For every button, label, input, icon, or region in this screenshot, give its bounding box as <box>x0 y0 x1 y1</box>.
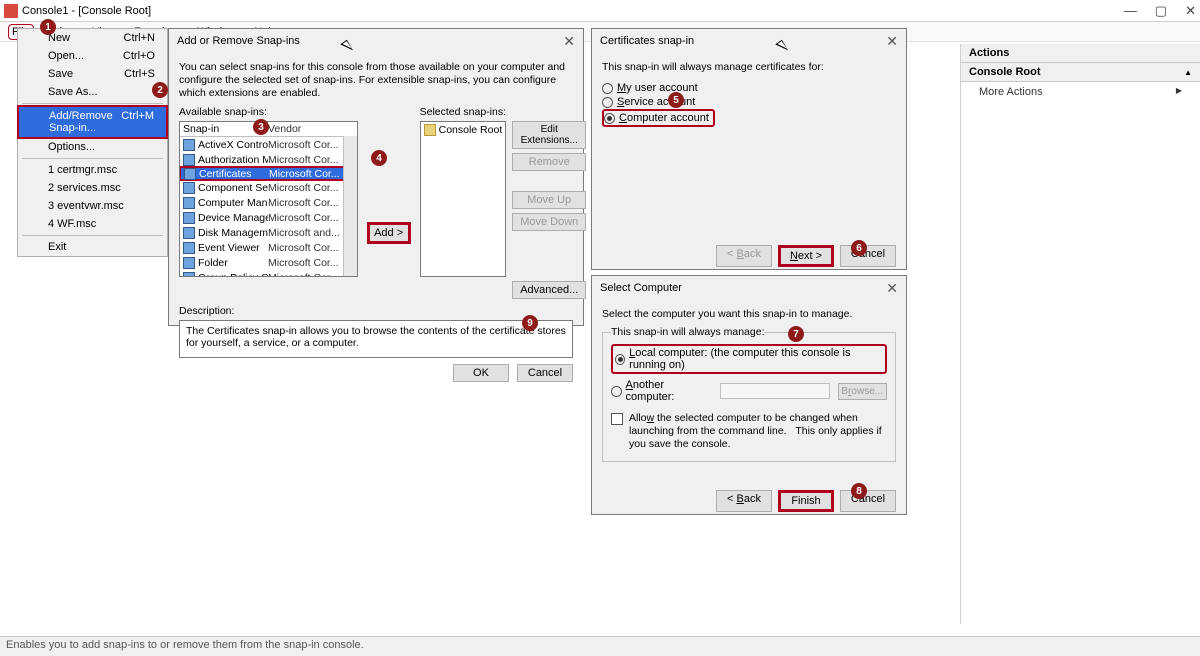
file-menu: NewCtrl+N Open...Ctrl+O SaveCtrl+S Save … <box>17 28 168 257</box>
radio-service[interactable]: Service account <box>602 95 896 109</box>
radio-my-user[interactable]: My user account <box>602 81 896 95</box>
remove-button[interactable]: Remove <box>512 153 586 171</box>
step-badge-9: 9 <box>522 315 538 331</box>
chevron-right-icon: ▶ <box>1176 86 1182 98</box>
step-badge-6: 6 <box>851 240 867 256</box>
cancel-button[interactable]: Cancel <box>517 364 573 382</box>
step-badge-2: 2 <box>152 82 168 98</box>
snapin-row[interactable]: Disk ManagementMicrosoft and... <box>180 225 357 240</box>
browse-button[interactable]: Browse... <box>838 383 887 400</box>
title-bar: Console1 - [Console Root] — ▢ ✕ <box>0 0 1200 22</box>
step-badge-3: 3 <box>253 119 269 135</box>
close-icon[interactable]: ✕ <box>563 33 575 50</box>
move-up-button[interactable]: Move Up <box>512 191 586 209</box>
snapin-icon <box>183 272 195 278</box>
snapin-row[interactable]: CertificatesMicrosoft Cor... <box>179 166 345 181</box>
another-computer-input[interactable] <box>720 383 830 399</box>
actions-header: Actions <box>961 44 1200 63</box>
chevron-up-icon[interactable]: ▲ <box>1184 68 1192 77</box>
recent-3[interactable]: 3 eventvwr.msc <box>18 197 167 215</box>
dialog-title: Select Computer <box>600 282 682 294</box>
actions-root: Console Root▲ <box>961 63 1200 82</box>
snapin-icon <box>183 257 195 269</box>
folder-icon <box>424 124 436 136</box>
file-options[interactable]: Options... <box>18 138 167 156</box>
snapin-icon <box>183 139 195 151</box>
snapin-icon <box>183 212 195 224</box>
advanced-button[interactable]: Advanced... <box>512 281 586 299</box>
snapin-icon <box>184 168 196 180</box>
snapin-row[interactable]: Computer Managem...Microsoft Cor... <box>180 195 357 210</box>
recent-1[interactable]: 1 certmgr.msc <box>18 161 167 179</box>
close-button[interactable]: ✕ <box>1185 3 1196 19</box>
selected-label: Selected snap-ins: <box>420 106 587 118</box>
status-bar: Enables you to add snap-ins to or remove… <box>0 636 1200 656</box>
step-badge-4: 4 <box>371 150 387 166</box>
step-badge-5: 5 <box>668 92 684 108</box>
intro-text: Select the computer you want this snap-i… <box>602 308 896 320</box>
file-new[interactable]: NewCtrl+N <box>18 29 167 47</box>
available-label: Available snap-ins: <box>179 106 358 118</box>
file-exit[interactable]: Exit <box>18 238 167 256</box>
recent-2[interactable]: 2 services.msc <box>18 179 167 197</box>
recent-4[interactable]: 4 WF.msc <box>18 215 167 233</box>
window-title: Console1 - [Console Root] <box>22 5 1124 17</box>
back-button[interactable]: < Back <box>716 245 772 267</box>
snapin-row[interactable]: Authorization Manag...Microsoft Cor... <box>180 152 357 167</box>
dialog-title: Certificates snap-in <box>600 35 694 47</box>
add-button[interactable]: Add > <box>367 222 411 244</box>
snapin-icon <box>183 197 195 209</box>
edit-extensions-button[interactable]: Edit Extensions... <box>512 121 586 149</box>
radio-another-computer[interactable]: Another computer: Browse... <box>611 378 887 404</box>
cancel-button[interactable]: Cancel <box>840 245 896 267</box>
snapin-row[interactable]: Event ViewerMicrosoft Cor... <box>180 240 357 255</box>
close-icon[interactable]: ✕ <box>886 33 898 50</box>
back-button[interactable]: < Back <box>716 490 772 512</box>
cancel-button[interactable]: Cancel <box>840 490 896 512</box>
step-badge-7: 7 <box>788 326 804 342</box>
selected-snapins-list[interactable]: Console Root <box>420 121 507 277</box>
certificates-snapin-dialog: Certificates snap-in ✕ This snap-in will … <box>591 28 907 270</box>
next-button[interactable]: Next > <box>778 245 834 267</box>
snapin-row[interactable]: ActiveX ControlMicrosoft Cor... <box>180 137 357 152</box>
move-down-button[interactable]: Move Down <box>512 213 586 231</box>
snapin-icon <box>183 154 195 166</box>
dialog-title: Add or Remove Snap-ins <box>177 35 300 47</box>
radio-computer[interactable]: Computer account <box>604 111 709 125</box>
select-computer-dialog: Select Computer ✕ Select the computer you… <box>591 275 907 515</box>
file-add-remove-snapin[interactable]: Add/Remove Snap-in...Ctrl+M <box>17 105 168 139</box>
snapin-row[interactable]: Group Policy Object ...Microsoft Cor... <box>180 270 357 277</box>
file-save-as[interactable]: Save As... <box>18 83 167 101</box>
ok-button[interactable]: OK <box>453 364 509 382</box>
file-open[interactable]: Open...Ctrl+O <box>18 47 167 65</box>
more-actions[interactable]: More Actions▶ <box>961 82 1200 102</box>
available-snapins-list[interactable]: Snap-inVendor ActiveX ControlMicrosoft C… <box>179 121 358 277</box>
finish-button[interactable]: Finish <box>778 490 834 512</box>
snapin-icon <box>183 182 195 194</box>
file-save[interactable]: SaveCtrl+S <box>18 65 167 83</box>
close-icon[interactable]: ✕ <box>886 280 898 297</box>
radio-local-computer[interactable]: Local computer: (the computer this conso… <box>615 346 883 372</box>
description-text: The Certificates snap-in allows you to b… <box>179 320 573 358</box>
snapin-row[interactable]: Component ServicesMicrosoft Cor... <box>180 180 357 195</box>
step-badge-8: 8 <box>851 483 867 499</box>
scrollbar[interactable] <box>343 136 357 276</box>
minimize-button[interactable]: — <box>1124 3 1137 19</box>
snapin-icon <box>183 242 195 254</box>
step-badge-1: 1 <box>40 19 56 35</box>
mmc-icon <box>4 4 18 18</box>
group-label: This snap-in will always manage: <box>611 326 764 338</box>
restore-button[interactable]: ▢ <box>1155 3 1167 19</box>
add-remove-snapins-dialog: Add or Remove Snap-ins ✕ You can select s… <box>168 28 584 326</box>
snapin-icon <box>183 227 195 239</box>
intro-text: You can select snap-ins for this console… <box>179 61 573 100</box>
allow-change-checkbox[interactable]: Allow the selected computer to be change… <box>611 412 887 451</box>
snapin-row[interactable]: FolderMicrosoft Cor... <box>180 255 357 270</box>
description-label: Description: <box>179 305 573 317</box>
snapin-row[interactable]: Device ManagerMicrosoft Cor... <box>180 210 357 225</box>
intro-text: This snap-in will always manage certific… <box>602 61 896 73</box>
actions-pane: Actions Console Root▲ More Actions▶ <box>960 44 1200 624</box>
